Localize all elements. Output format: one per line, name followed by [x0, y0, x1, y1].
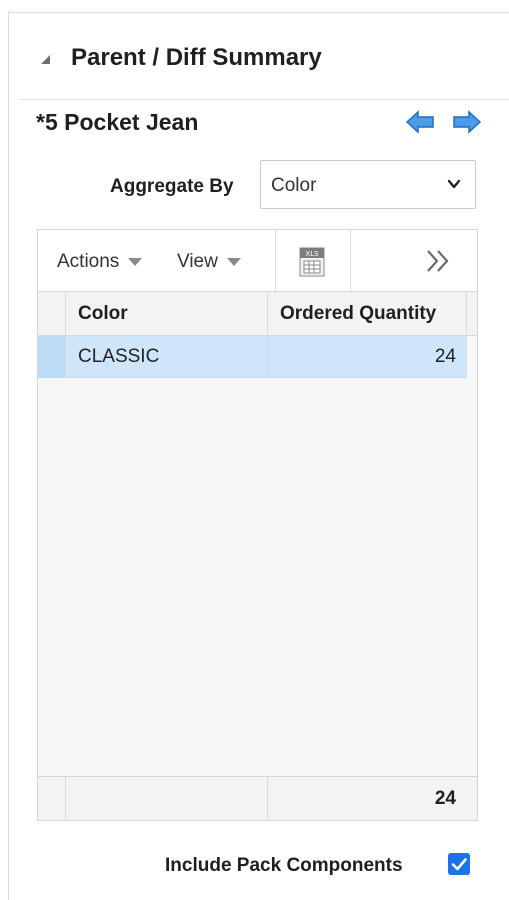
row-selector-footer	[38, 777, 66, 820]
view-menu-label: View	[177, 251, 218, 272]
row-selector-header	[38, 292, 66, 336]
arrow-left-icon[interactable]	[405, 110, 435, 134]
aggregate-by-select[interactable]: Color	[260, 160, 476, 209]
include-pack-components-checkbox[interactable]	[448, 853, 470, 875]
footer-ordered-quantity-total: 24	[434, 788, 456, 809]
cell-ordered-quantity: 24	[434, 346, 456, 367]
collapse-triangle-icon[interactable]	[41, 55, 50, 64]
row-selector[interactable]	[38, 336, 66, 378]
item-name: *5 Pocket Jean	[36, 109, 199, 135]
arrow-right-icon[interactable]	[452, 110, 482, 134]
actions-menu[interactable]: Actions	[57, 251, 143, 273]
footer-color-cell	[66, 777, 268, 820]
panel-title: Parent / Diff Summary	[71, 44, 322, 71]
panel-header[interactable]: Parent / Diff Summary	[19, 13, 509, 100]
toolbar-divider	[350, 230, 351, 292]
summary-table: Actions View XLS Color Ordered Quantity …	[37, 229, 478, 821]
table-toolbar: Actions View XLS	[38, 230, 477, 292]
actions-menu-label: Actions	[57, 251, 120, 272]
table-header-row: Color Ordered Quantity	[38, 292, 477, 336]
caret-down-icon	[226, 257, 241, 266]
caret-down-icon	[128, 257, 143, 266]
double-chevron-right-icon[interactable]	[423, 246, 453, 276]
xls-export-icon[interactable]: XLS	[297, 247, 327, 277]
column-header-ordered-quantity[interactable]: Ordered Quantity	[268, 292, 467, 336]
toolbar-divider	[275, 230, 276, 292]
aggregate-by-value: Color	[271, 175, 317, 196]
svg-text:XLS: XLS	[305, 250, 319, 258]
view-menu[interactable]: View	[177, 251, 241, 273]
cell-color: CLASSIC	[66, 336, 268, 378]
aggregate-by-label: Aggregate By	[110, 176, 234, 197]
include-pack-components-label: Include Pack Components	[165, 855, 403, 876]
column-header-color[interactable]: Color	[66, 292, 268, 336]
table-row[interactable]: CLASSIC 24	[38, 336, 467, 378]
chevron-down-icon	[447, 179, 461, 189]
table-footer-row: 24	[38, 776, 477, 820]
